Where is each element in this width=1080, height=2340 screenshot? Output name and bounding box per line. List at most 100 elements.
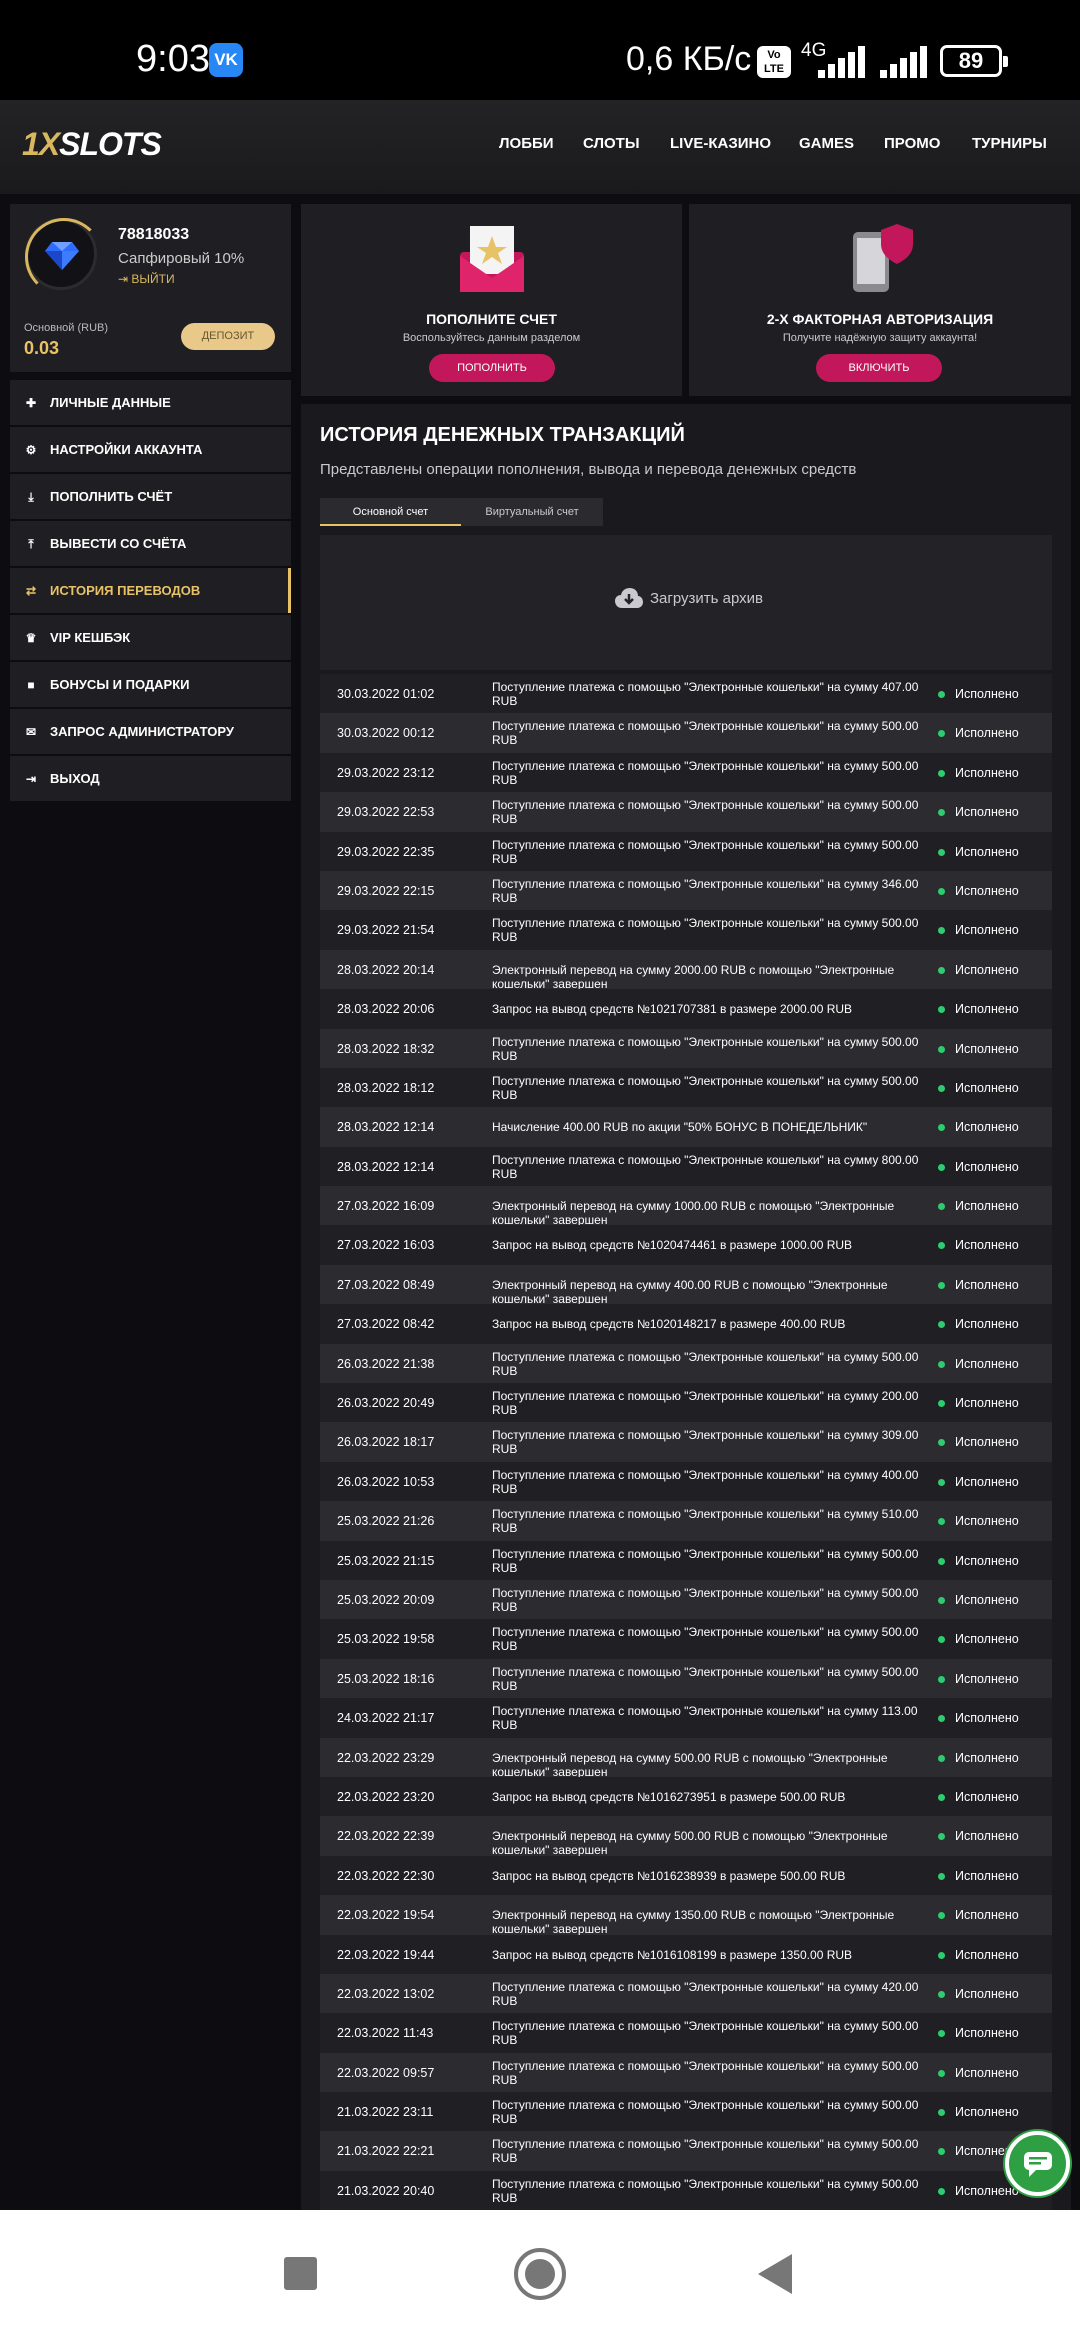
nav-promo[interactable]: ПРОМО [884,135,940,152]
status-dot-icon [938,2030,945,2038]
tx-status: Исполнено [955,1868,1019,1883]
site-logo[interactable]: 1XSLOTS [22,126,162,163]
logout-link[interactable]: ⇥ ВЫЙТИ [118,272,175,286]
tx-status: Исполнено [955,1120,1019,1135]
status-dot-icon [938,2148,945,2156]
tx-date: 22.03.2022 13:02 [337,1986,435,2001]
tx-status: Исполнено [955,765,1019,780]
download-icon: ⤓ [28,490,34,504]
tx-date: 22.03.2022 22:30 [337,1868,435,1883]
status-dot-icon [938,1439,945,1447]
table-row: 21.03.2022 22:21 Поступление платежа с по… [320,2131,1052,2171]
home-button[interactable] [514,2248,566,2300]
nav-games[interactable]: GAMES [799,135,854,152]
status-dot-icon [938,1321,945,1329]
tx-date: 29.03.2022 22:35 [337,844,435,859]
tx-status: Исполнено [955,2105,1019,2120]
sapphire-icon [45,242,79,270]
menu-item-admin-request[interactable]: ✉ ЗАПРОС АДМИНИСТРАТОРУ [10,709,291,754]
table-row: 27.03.2022 08:49 Электронный перевод на с… [320,1264,1052,1306]
table-row: 22.03.2022 19:44 Запрос на вывод средств … [320,1934,1052,1974]
tx-description: Поступление платежа с помощью "Электронн… [492,719,919,748]
tx-description: Поступление платежа с помощью "Электронн… [492,1625,919,1654]
status-dot-icon [938,691,945,698]
menu-item-bonuses[interactable]: ■ БОНУСЫ И ПОДАРКИ [10,662,291,707]
table-row: 25.03.2022 21:15 Поступление платежа с по… [320,1540,1052,1580]
menu-item-label: НАСТРОЙКИ АККАУНТА [50,442,203,457]
status-dot-icon [938,1360,945,1368]
tx-description: Поступление платежа с помощью "Электронн… [492,2058,919,2087]
status-dot-icon [938,1006,945,1014]
chat-bubble-icon [1024,2152,1052,2177]
tx-description: Электронный перевод на сумму 500.00 RUB … [492,1829,888,1858]
upload-icon: ⤒ [28,537,34,551]
deposit-card-button[interactable]: ПОПОЛНИТЬ [429,354,555,382]
tab-main-account[interactable]: Основной счет [320,498,461,526]
nav-live-casino[interactable]: LIVE-КАЗИНО [670,135,771,152]
tx-date: 22.03.2022 19:44 [337,1947,435,1962]
page-subtitle: Представлены операции пополнения, вывода… [320,461,857,478]
tx-status: Исполнено [955,1711,1019,1726]
deposit-promo-card: ПОПОЛНИТЕ СЧЕТ Воспользуйтесь данным раз… [301,204,682,396]
recent-apps-button[interactable] [284,2257,317,2290]
menu-item-vip-cashback[interactable]: ♛ VIP КЕШБЭК [10,615,291,660]
deposit-card-subtitle: Воспользуйтесь данным разделом [402,332,581,344]
tx-date: 22.03.2022 23:29 [337,1750,435,1765]
tx-description: Поступление платежа с помощью "Электронн… [492,2019,919,2048]
tx-status: Исполнено [955,1356,1019,1371]
tx-date: 28.03.2022 20:14 [337,962,435,977]
status-dot-icon [938,1478,945,1486]
logo-suffix: SLOTS [59,126,162,162]
table-row: 28.03.2022 20:06 Запрос на вывод средств … [320,989,1052,1029]
tx-date: 27.03.2022 16:09 [337,1199,435,1214]
phone-shield-icon [853,224,913,292]
tx-description: Поступление платежа с помощью "Электронн… [492,837,919,866]
tx-description: Начисление 400.00 RUB по акции "50% БОНУ… [492,1120,868,1135]
tx-description: Поступление платежа с помощью "Электронн… [492,1979,919,2008]
tx-status: Исполнено [955,1592,1019,1607]
menu-item-label: ЛИЧНЫЕ ДАННЫЕ [50,395,171,410]
tx-date: 29.03.2022 22:53 [337,805,435,820]
account-label: Основной (RUB) [24,322,109,334]
status-dot-icon [938,1557,945,1565]
tx-description: Поступление платежа с помощью "Электронн… [492,1349,919,1378]
support-chat-button[interactable] [1005,2131,1070,2196]
tx-status: Исполнено [955,962,1019,977]
menu-item-label: ВЫВЕСТИ СО СЧЁТА [50,536,187,551]
tx-date: 21.03.2022 20:40 [337,2183,435,2198]
nav-lobby[interactable]: ЛОББИ [499,135,554,152]
tx-status: Исполнено [955,844,1019,859]
tx-date: 21.03.2022 22:21 [337,2144,435,2159]
tx-date: 30.03.2022 01:02 [337,687,435,701]
status-bar: 9:03 VK 0,6 КБ/с Vo LTE 4G 89 [0,0,1080,100]
tx-description: Поступление платежа с помощью "Электронн… [492,916,919,945]
2fa-enable-button[interactable]: ВКЛЮЧИТЬ [816,354,942,382]
download-archive-button[interactable]: Загрузить архив [320,535,1052,670]
gears-icon: ⚙ [25,443,37,457]
system-nav-bar [0,2210,1080,2340]
menu-item-account-settings[interactable]: ⚙ НАСТРОЙКИ АККАУНТА [10,427,291,472]
menu-item-personal-data[interactable]: ✚ ЛИЧНЫЕ ДАННЫЕ [10,380,291,425]
tx-status: Исполнено [955,1199,1019,1214]
balance-value: 0.03 [24,338,60,358]
menu-item-label: VIP КЕШБЭК [50,630,131,645]
transfer-arrows-icon: ⇄ [25,584,37,598]
tx-description: Поступление платежа с помощью "Электронн… [492,1507,919,1536]
status-dot-icon [938,1636,945,1644]
deposit-button[interactable]: ДЕПОЗИТ [181,323,275,350]
tx-date: 28.03.2022 20:06 [337,1002,435,1017]
2fa-promo-card: 2-Х ФАКТОРНАЯ АВТОРИЗАЦИЯ Получите надёж… [689,204,1071,396]
table-row: 26.03.2022 20:49 Поступление платежа с по… [320,1383,1052,1423]
menu-item-withdraw[interactable]: ⤒ ВЫВЕСТИ СО СЧЁТА [10,521,291,566]
menu-item-deposit[interactable]: ⤓ ПОПОЛНИТЬ СЧЁТ [10,474,291,519]
tx-status: Исполнено [955,1159,1019,1174]
menu-item-transfer-history[interactable]: ⇄ ИСТОРИЯ ПЕРЕВОДОВ [10,568,291,613]
table-row: 29.03.2022 23:12 Поступление платежа с по… [320,752,1052,793]
nav-slots[interactable]: СЛОТЫ [583,135,640,152]
table-row: 28.03.2022 18:32 Поступление платежа с по… [320,1028,1052,1068]
nav-tournaments[interactable]: ТУРНИРЫ [972,135,1047,152]
back-button[interactable] [758,2254,792,2294]
tab-virtual-account[interactable]: Виртуальный счет [461,498,603,526]
menu-item-logout[interactable]: ⇥ ВЫХОД [10,756,291,801]
tx-description: Запрос на вывод средств №1016108199 в ра… [492,1947,853,1962]
